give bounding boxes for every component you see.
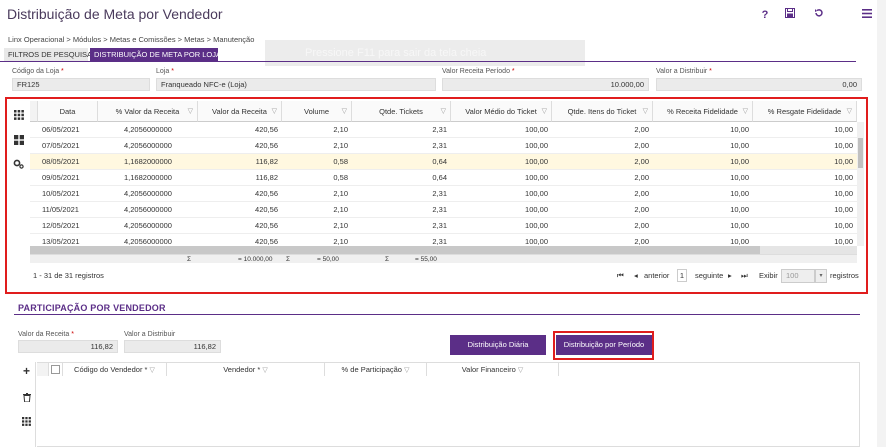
valor-receita-periodo-field[interactable]: 10.000,00 [442, 78, 649, 91]
grid-highlight-box [5, 97, 868, 294]
vendedor-grid-toolbar: + [18, 362, 36, 447]
grid-columns-icon[interactable] [21, 417, 32, 428]
filter-icon[interactable]: ▽ [150, 367, 155, 374]
valor-receita-label: Valor da Receita * [18, 331, 74, 338]
save-icon[interactable] [782, 7, 798, 23]
valor-distribuir-field: 0,00 [656, 78, 862, 91]
col-header-valor-financeiro[interactable]: Valor Financeiro ▽ [427, 363, 559, 376]
top-bar: Distribuição de Meta por Vendedor ? [0, 0, 886, 30]
codigo-loja-field[interactable]: FR125 [12, 78, 150, 91]
fullscreen-hint: Pressione F11 para sair da tela cheia [265, 40, 585, 66]
page-title: Distribuição de Meta por Vendedor [7, 6, 223, 22]
section-divider [14, 314, 860, 315]
tab-filtros[interactable]: FILTROS DE PESQUISA [4, 48, 92, 61]
add-icon[interactable]: + [21, 365, 32, 377]
page-vertical-scrollbar[interactable] [877, 0, 886, 447]
col-header-vendedor[interactable]: Vendedor * ▽ [167, 363, 325, 376]
select-all-checkbox[interactable] [49, 363, 63, 376]
filter-icon[interactable]: ▽ [404, 367, 409, 374]
breadcrumb: Linx Operacional > Módulos > Metas e Com… [8, 35, 255, 44]
tab-divider [0, 61, 856, 62]
tab-distribuicao[interactable]: DISTRIBUIÇÃO DE META POR LOJA [90, 48, 221, 61]
button-highlight-box [553, 331, 654, 360]
section-participacao-title: PARTICIPAÇÃO POR VENDEDOR [18, 303, 166, 313]
refresh-icon[interactable] [811, 7, 827, 23]
col-header-perc-participacao[interactable]: % de Participação ▽ [325, 363, 427, 376]
valor-receita-field[interactable]: 116,82 [18, 340, 118, 353]
help-icon[interactable]: ? [757, 7, 773, 23]
codigo-loja-label: Código da Loja * [12, 68, 64, 75]
delete-icon[interactable] [21, 393, 32, 404]
valor-distribuir-label-2: Valor a Distribuir [124, 331, 176, 338]
valor-distribuir-field-2: 116,82 [124, 340, 221, 353]
valor-receita-periodo-label: Valor Receita Período * [442, 68, 515, 75]
filter-icon[interactable]: ▽ [262, 367, 267, 374]
loja-label: Loja * [156, 68, 174, 75]
row-handle-header [37, 363, 49, 376]
filter-icon[interactable]: ▽ [518, 367, 523, 374]
vendedor-grid: Código do Vendedor * ▽ Vendedor * ▽ % de… [37, 362, 860, 447]
valor-distribuir-label: Valor a Distribuir * [656, 68, 712, 75]
loja-field[interactable]: Franqueado NFC-e (Loja) [156, 78, 436, 91]
menu-icon[interactable] [859, 7, 875, 23]
col-header-codigo-vendedor[interactable]: Código do Vendedor * ▽ [63, 363, 167, 376]
distribuicao-diaria-button[interactable]: Distribuição Diária [450, 335, 546, 355]
